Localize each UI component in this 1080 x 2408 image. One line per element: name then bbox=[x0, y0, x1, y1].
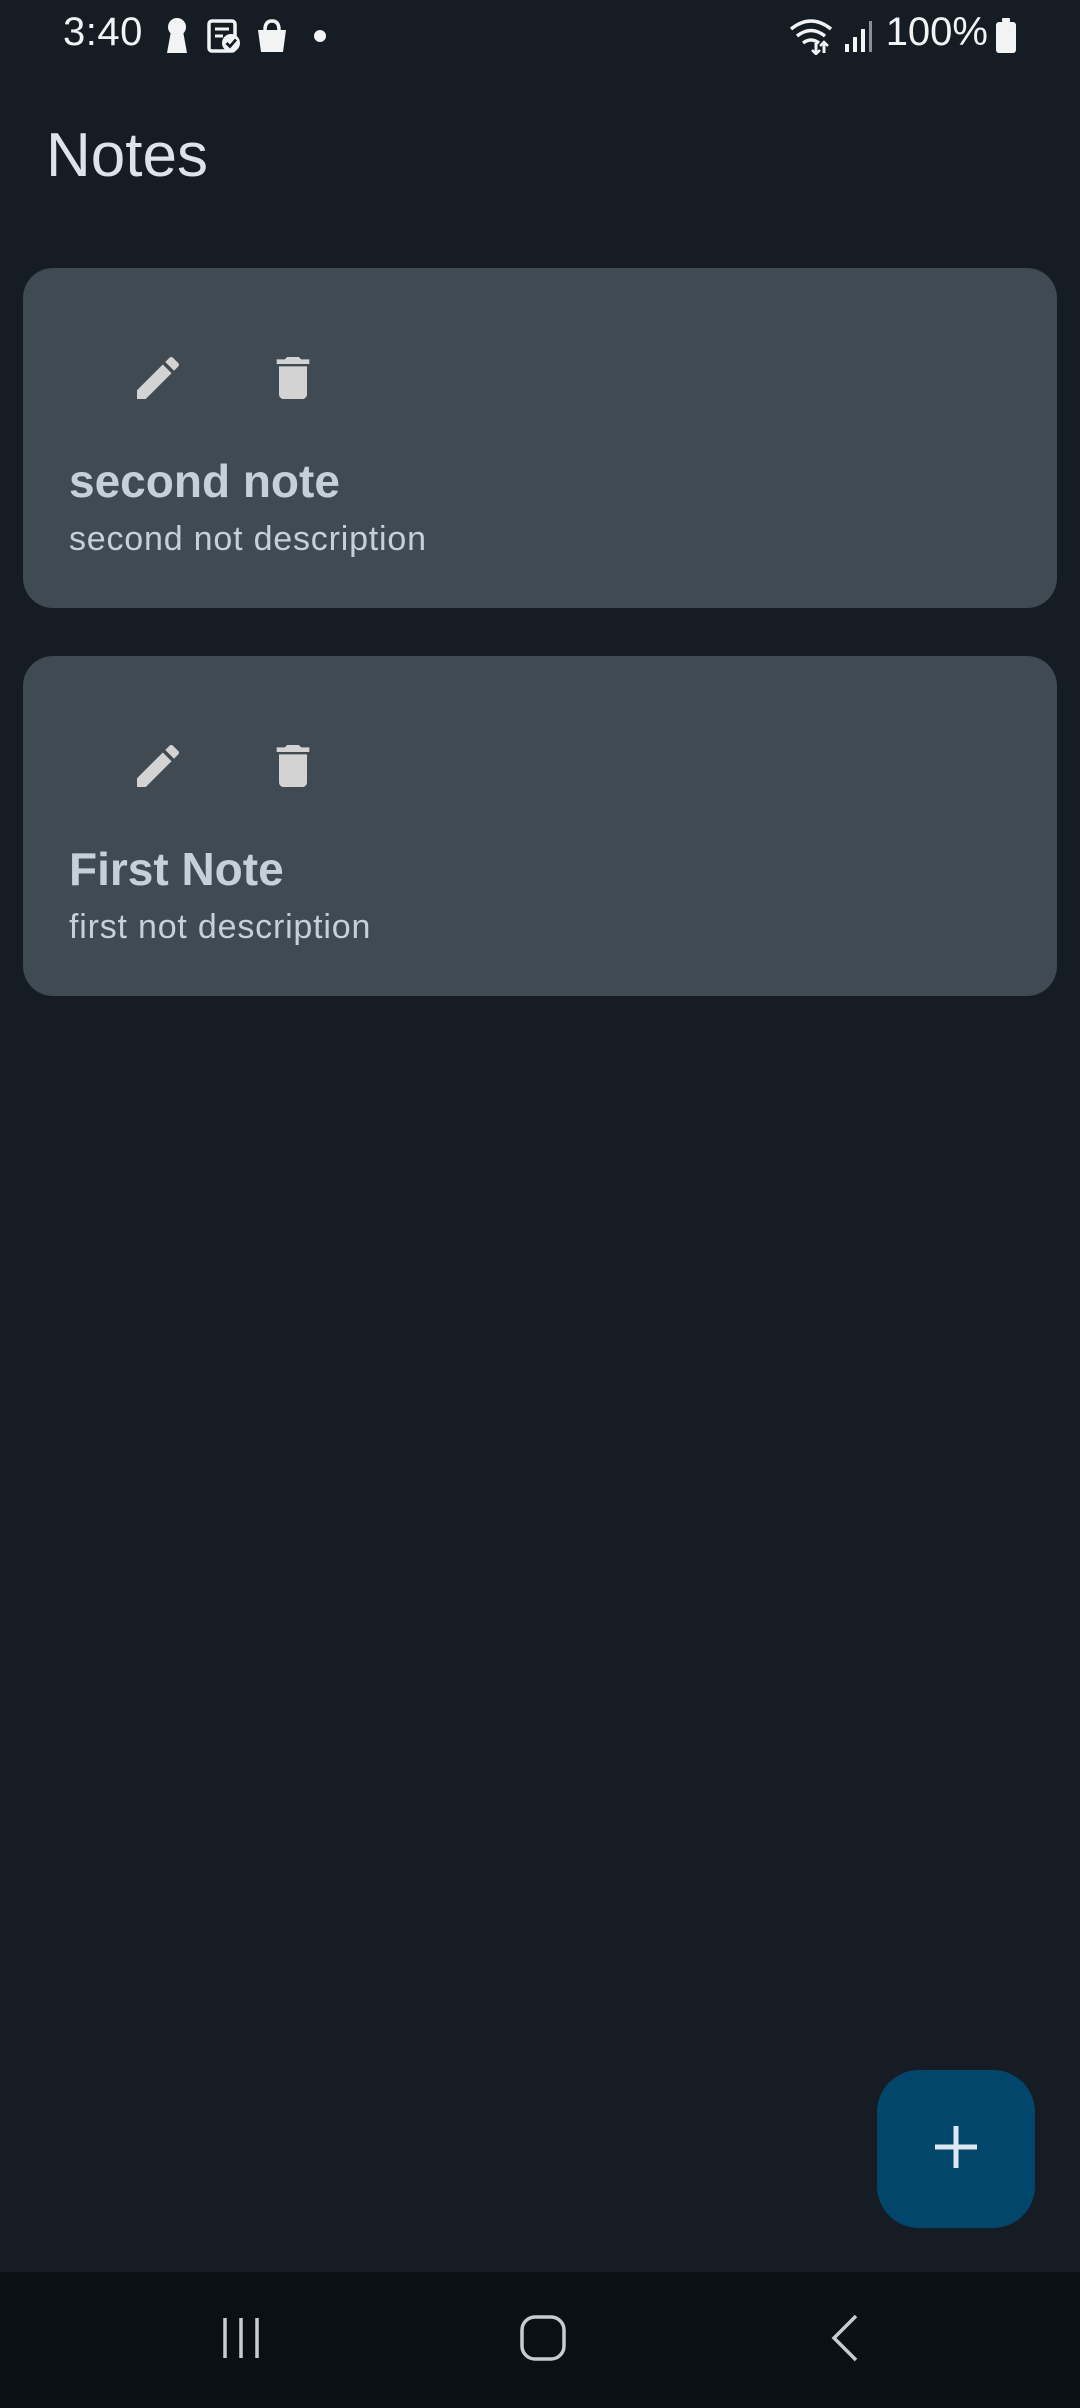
battery-icon bbox=[994, 14, 1018, 58]
signal-icon bbox=[842, 14, 874, 58]
note-description: second not description bbox=[69, 520, 427, 558]
back-button[interactable] bbox=[796, 2300, 896, 2380]
navigation-bar bbox=[0, 2272, 1080, 2408]
page-title: Notes bbox=[46, 121, 208, 190]
recent-apps-button[interactable] bbox=[191, 2300, 291, 2380]
keyhole-icon bbox=[162, 14, 192, 58]
back-icon bbox=[826, 2312, 866, 2369]
trash-icon bbox=[265, 738, 321, 799]
edit-button[interactable] bbox=[118, 340, 198, 420]
dot-icon bbox=[312, 14, 328, 58]
status-bar: 3:40 100% bbox=[0, 0, 1080, 72]
note-description: first not description bbox=[69, 908, 372, 946]
pencil-icon bbox=[130, 738, 186, 799]
note-title: second note bbox=[69, 455, 340, 507]
home-icon bbox=[518, 2313, 568, 2368]
plus-icon bbox=[931, 2122, 981, 2177]
add-note-button[interactable] bbox=[877, 2070, 1035, 2228]
shopping-bag-icon bbox=[254, 14, 290, 58]
note-card[interactable]: First Note first not description bbox=[23, 656, 1057, 996]
pencil-icon bbox=[130, 350, 186, 411]
note-title: First Note bbox=[69, 843, 284, 895]
edit-button[interactable] bbox=[118, 728, 198, 808]
delete-button[interactable] bbox=[253, 728, 333, 808]
wifi-icon bbox=[788, 14, 834, 58]
note-card[interactable]: second note second not description bbox=[23, 268, 1057, 608]
clipboard-check-icon bbox=[206, 14, 242, 58]
trash-icon bbox=[265, 350, 321, 411]
recent-apps-icon bbox=[217, 2314, 265, 2367]
battery-percentage: 100% bbox=[885, 10, 988, 54]
status-time: 3:40 bbox=[63, 10, 143, 54]
delete-button[interactable] bbox=[253, 340, 333, 420]
home-button[interactable] bbox=[493, 2300, 593, 2380]
